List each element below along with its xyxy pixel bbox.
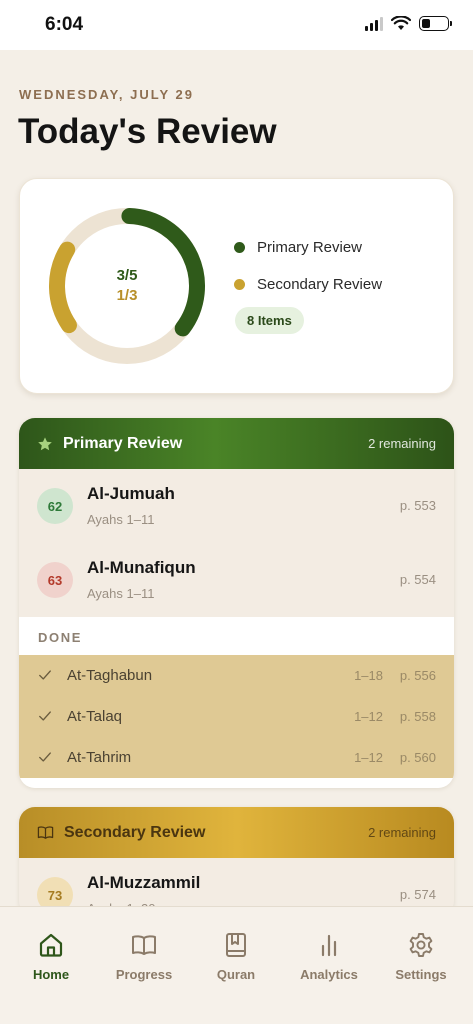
check-icon [39, 752, 51, 762]
quran-book-icon [226, 933, 246, 957]
primary-review-section: Primary Review 2 remaining 62 Al-Jumuah … [19, 418, 454, 788]
done-ayah-range: 1–18 [354, 668, 383, 683]
legend-primary-label: Primary Review [257, 238, 363, 256]
legend-primary: Primary Review [234, 237, 382, 257]
done-item[interactable]: At-Talaq 1–12 p. 558 [19, 696, 454, 737]
done-item[interactable]: At-Taghabun 1–18 p. 556 [19, 655, 454, 696]
page-number: p. 574 [399, 887, 436, 902]
legend: Primary Review Secondary Review 8 Items [234, 237, 382, 334]
tab-analytics[interactable]: Analytics [282, 907, 376, 997]
done-label: DONE [19, 617, 454, 655]
donut-center: 3/5 1/3 [46, 205, 208, 367]
status-icons [365, 16, 452, 31]
primary-review-header[interactable]: Primary Review 2 remaining [19, 418, 454, 469]
tab-settings[interactable]: Settings [374, 907, 468, 997]
tab-label: Analytics [300, 967, 358, 982]
ayah-range: Ayahs 1–11 [87, 586, 155, 601]
summary-card: 3/5 1/3 Primary Review Secondary Review … [19, 178, 454, 394]
bar-chart-icon [321, 934, 337, 957]
surah-number-badge: 62 [37, 488, 73, 524]
done-ayah-range: 1–12 [354, 709, 383, 724]
secondary-fraction: 1/3 [116, 287, 138, 304]
page-title: Today's Review [18, 112, 277, 151]
done-surah-name: At-Tahrim [67, 749, 132, 766]
surah-name: Al-Jumuah [87, 484, 175, 503]
status-bar: 6:04 [0, 0, 473, 50]
review-item[interactable]: 63 Al-Munafiqun Ayahs 1–11 p. 554 [19, 543, 454, 617]
tab-home[interactable]: Home [4, 907, 98, 997]
book-icon [37, 826, 54, 839]
date-label: WEDNESDAY, JULY 29 [19, 87, 194, 102]
done-page-number: p. 560 [399, 750, 436, 765]
book-open-icon [132, 935, 156, 955]
tab-label: Home [32, 967, 70, 982]
page-number: p. 554 [399, 572, 436, 587]
section-footer [19, 778, 454, 788]
surah-number-badge: 63 [37, 562, 73, 598]
done-page-number: p. 558 [399, 709, 436, 724]
done-surah-name: At-Taghabun [67, 667, 153, 684]
tab-progress[interactable]: Progress [97, 907, 191, 997]
ayah-range: Ayahs 1–11 [87, 512, 155, 527]
legend-secondary: Secondary Review [234, 274, 382, 294]
check-icon [39, 711, 51, 721]
surah-name: Al-Muzzammil [87, 873, 201, 892]
secondary-remaining-count: 2 remaining [368, 825, 436, 840]
legend-primary-dot [234, 241, 245, 253]
status-time: 6:04 [45, 14, 84, 35]
surah-name: Al-Munafiqun [87, 558, 196, 577]
gear-icon [409, 933, 433, 957]
items-count-badge: 8 Items [235, 307, 304, 334]
primary-remaining-count: 2 remaining [368, 436, 436, 451]
legend-secondary-dot [234, 278, 245, 290]
home-icon [39, 933, 63, 957]
secondary-review-title: Secondary Review [64, 823, 206, 841]
page-number: p. 553 [399, 498, 436, 513]
battery-icon [419, 16, 452, 31]
tab-label: Quran [216, 967, 256, 982]
primary-fraction: 3/5 [116, 267, 138, 284]
legend-secondary-label: Secondary Review [257, 275, 383, 293]
review-item[interactable]: 62 Al-Jumuah Ayahs 1–11 p. 553 [19, 469, 454, 543]
done-page-number: p. 556 [399, 668, 436, 683]
star-icon [38, 436, 52, 450]
done-list: At-Taghabun 1–18 p. 556 At-Talaq 1–12 p.… [19, 655, 454, 778]
check-icon [39, 670, 51, 680]
done-surah-name: At-Talaq [67, 708, 123, 725]
tab-quran[interactable]: Quran [189, 907, 283, 997]
done-ayah-range: 1–12 [354, 750, 383, 765]
secondary-review-header[interactable]: Secondary Review 2 remaining [19, 807, 454, 858]
tab-label: Settings [395, 967, 447, 982]
secondary-review-section: Secondary Review 2 remaining 73 Al-Muzza… [19, 807, 454, 917]
cellular-signal-icon [365, 16, 383, 31]
done-item[interactable]: At-Tahrim 1–12 p. 560 [19, 737, 454, 778]
primary-review-title: Primary Review [63, 434, 183, 452]
wifi-icon [391, 16, 411, 30]
tab-bar: Home Progress Quran Analytics Settings [0, 906, 473, 1024]
tab-label: Progress [115, 967, 173, 982]
